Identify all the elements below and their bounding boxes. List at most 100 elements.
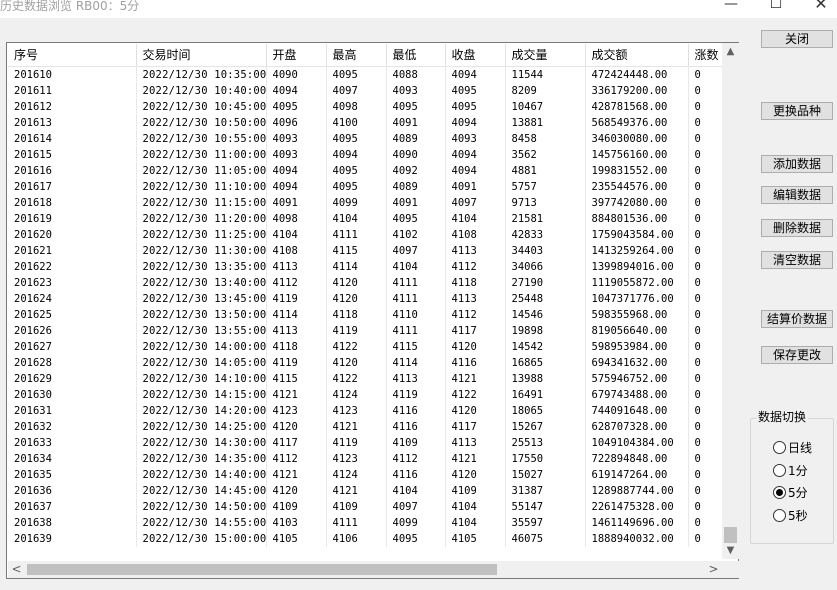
table-row[interactable]: 201629 2022/12/30 14:10:00 4115 4122 4113 412…: [8, 371, 722, 387]
table-row[interactable]: 201632 2022/12/30 14:25:00 4120 4121 4116 411…: [8, 419, 722, 435]
table-row[interactable]: 201619 2022/12/30 11:20:00 4098 4104 4095 410…: [8, 211, 722, 227]
table-row[interactable]: 201639 2022/12/30 15:00:00 4105 4106 4095 410…: [8, 531, 722, 547]
table-cell: 1413259264.00: [585, 243, 689, 259]
column-header[interactable]: 序号: [8, 44, 137, 67]
table-row[interactable]: 201637 2022/12/30 14:50:00 4109 4109 4097 410…: [8, 499, 722, 515]
radio-option[interactable]: 5秒: [773, 508, 808, 524]
table-row[interactable]: 201635 2022/12/30 14:40:00 4121 4124 4116 412…: [8, 467, 722, 483]
table-row[interactable]: 201627 2022/12/30 14:00:00 4118 4122 4115 412…: [8, 339, 722, 355]
data-switch-label: 数据切换: [756, 408, 809, 425]
table-cell: 2022/12/30 10:35:00: [136, 66, 267, 83]
scroll-right-arrow-icon[interactable]: >: [705, 561, 722, 578]
edit-data-button[interactable]: 编辑数据: [761, 186, 833, 204]
table-cell: 2022/12/30 10:40:00: [136, 83, 267, 99]
settlement-price-button[interactable]: 结算价数据: [761, 310, 833, 328]
vertical-scroll-thumb[interactable]: [724, 527, 737, 543]
table-row[interactable]: 201624 2022/12/30 13:45:00 4119 4120 4111 411…: [8, 291, 722, 307]
data-switch-group: [750, 418, 834, 544]
table-cell: 598953984.00: [585, 339, 689, 355]
minimize-button[interactable]: —: [708, 0, 754, 17]
table-cell: 2022/12/30 13:40:00: [136, 275, 267, 291]
column-header[interactable]: 交易时间: [136, 44, 267, 67]
window-close-button[interactable]: ✕: [798, 0, 837, 17]
table-row[interactable]: 201611 2022/12/30 10:40:00 4094 4097 4093 409…: [8, 83, 722, 99]
column-header[interactable]: 最低: [386, 44, 446, 67]
horizontal-scroll-thumb[interactable]: [27, 564, 497, 575]
table-row[interactable]: 201613 2022/12/30 10:50:00 4096 4100 4091 409…: [8, 115, 722, 131]
table-cell: 2022/12/30 14:40:00: [136, 467, 267, 483]
table-row[interactable]: 201636 2022/12/30 14:45:00 4120 4121 4104 410…: [8, 483, 722, 499]
table-row[interactable]: 201631 2022/12/30 14:20:00 4123 4123 4116 412…: [8, 403, 722, 419]
table-row[interactable]: 201638 2022/12/30 14:55:00 4103 4111 4099 410…: [8, 515, 722, 531]
column-header[interactable]: 涨数: [688, 44, 722, 67]
radio-option[interactable]: 1分: [773, 463, 808, 479]
table-row[interactable]: 201620 2022/12/30 11:25:00 4104 4111 4102 410…: [8, 227, 722, 243]
table-cell: 201639: [8, 531, 137, 547]
table-row[interactable]: 201626 2022/12/30 13:55:00 4113 4119 4111 411…: [8, 323, 722, 339]
radio-button-icon[interactable]: [773, 441, 786, 454]
table-cell: 4095: [326, 163, 387, 179]
table-cell: 4095: [326, 66, 387, 83]
table-row[interactable]: 201630 2022/12/30 14:15:00 4121 4124 4119 412…: [8, 387, 722, 403]
table-row[interactable]: 201628 2022/12/30 14:05:00 4119 4120 4114 411…: [8, 355, 722, 371]
table-row[interactable]: 201617 2022/12/30 11:10:00 4094 4095 4089 409…: [8, 179, 722, 195]
table-row[interactable]: 201610 2022/12/30 10:35:00 4090 4095 4088 409…: [8, 66, 722, 83]
table-cell: 4095: [386, 99, 446, 115]
clear-data-button[interactable]: 清空数据: [761, 251, 833, 269]
data-grid: 序号 交易时间 开盘 最高 最低 收盘 成交量 成交额 涨数 201610 2022/12/30 …: [6, 42, 739, 579]
table-row[interactable]: 201614 2022/12/30 10:55:00 4093 4095 4089 409…: [8, 131, 722, 147]
table-cell: 13881: [505, 115, 586, 131]
table-cell: 235544576.00: [585, 179, 689, 195]
table-cell: 1047371776.00: [585, 291, 689, 307]
table-cell: 2022/12/30 10:50:00: [136, 115, 267, 131]
table-row[interactable]: 201616 2022/12/30 11:05:00 4094 4095 4092 409…: [8, 163, 722, 179]
maximize-button[interactable]: ☐: [753, 0, 799, 17]
table-cell: 1119055872.00: [585, 275, 689, 291]
table-cell: 4096: [266, 115, 327, 131]
table-row[interactable]: 201634 2022/12/30 14:35:00 4112 4123 4112 412…: [8, 451, 722, 467]
table-cell: 4123: [326, 451, 387, 467]
table-row[interactable]: 201625 2022/12/30 13:50:00 4114 4118 4110 411…: [8, 307, 722, 323]
table-cell: 0: [688, 403, 722, 419]
scroll-down-arrow-icon[interactable]: ▼: [722, 542, 739, 559]
column-header[interactable]: 成交额: [585, 44, 689, 67]
table-cell: 4104: [445, 515, 506, 531]
column-header[interactable]: 开盘: [266, 44, 327, 67]
table-cell: 19898: [505, 323, 586, 339]
radio-option[interactable]: 日线: [773, 440, 812, 456]
change-symbol-button[interactable]: 更换品种: [761, 102, 833, 120]
table-cell: 4094: [326, 147, 387, 163]
column-header[interactable]: 成交量: [505, 44, 586, 67]
table-row[interactable]: 201633 2022/12/30 14:30:00 4117 4119 4109 411…: [8, 435, 722, 451]
table-row[interactable]: 201621 2022/12/30 11:30:00 4108 4115 4097 411…: [8, 243, 722, 259]
table-row[interactable]: 201615 2022/12/30 11:00:00 4093 4094 4090 409…: [8, 147, 722, 163]
save-changes-button[interactable]: 保存更改: [761, 346, 833, 364]
table-cell: 4120: [445, 467, 506, 483]
radio-option[interactable]: 5分: [773, 485, 808, 501]
close-button[interactable]: 关闭: [761, 30, 833, 48]
delete-data-button[interactable]: 删除数据: [761, 219, 833, 237]
column-header[interactable]: 收盘: [445, 44, 506, 67]
table-cell: 9713: [505, 195, 586, 211]
data-grid-viewport[interactable]: 序号 交易时间 开盘 最高 最低 收盘 成交量 成交额 涨数 201610 2022/12/30 …: [8, 44, 722, 560]
radio-button-icon[interactable]: [773, 486, 786, 499]
table-row[interactable]: 201623 2022/12/30 13:40:00 4112 4120 4111 411…: [8, 275, 722, 291]
column-header[interactable]: 最高: [326, 44, 387, 67]
table-row[interactable]: 201622 2022/12/30 13:35:00 4113 4114 4104 411…: [8, 259, 722, 275]
radio-button-icon[interactable]: [773, 509, 786, 522]
table-cell: 14542: [505, 339, 586, 355]
table-cell: 0: [688, 179, 722, 195]
table-cell: 2022/12/30 11:30:00: [136, 243, 267, 259]
add-data-button[interactable]: 添加数据: [761, 155, 833, 173]
scroll-left-arrow-icon[interactable]: <: [8, 561, 25, 578]
table-cell: 4091: [386, 195, 446, 211]
table-row[interactable]: 201618 2022/12/30 11:15:00 4091 4099 4091 409…: [8, 195, 722, 211]
table-cell: 4105: [445, 531, 506, 547]
table-cell: 4093: [386, 83, 446, 99]
table-cell: 0: [688, 243, 722, 259]
radio-button-icon[interactable]: [773, 464, 786, 477]
vertical-scrollbar[interactable]: ▲ ▼: [722, 43, 739, 559]
scroll-up-arrow-icon[interactable]: ▲: [722, 43, 739, 60]
horizontal-scrollbar[interactable]: < >: [8, 561, 722, 578]
table-row[interactable]: 201612 2022/12/30 10:45:00 4095 4098 4095 409…: [8, 99, 722, 115]
